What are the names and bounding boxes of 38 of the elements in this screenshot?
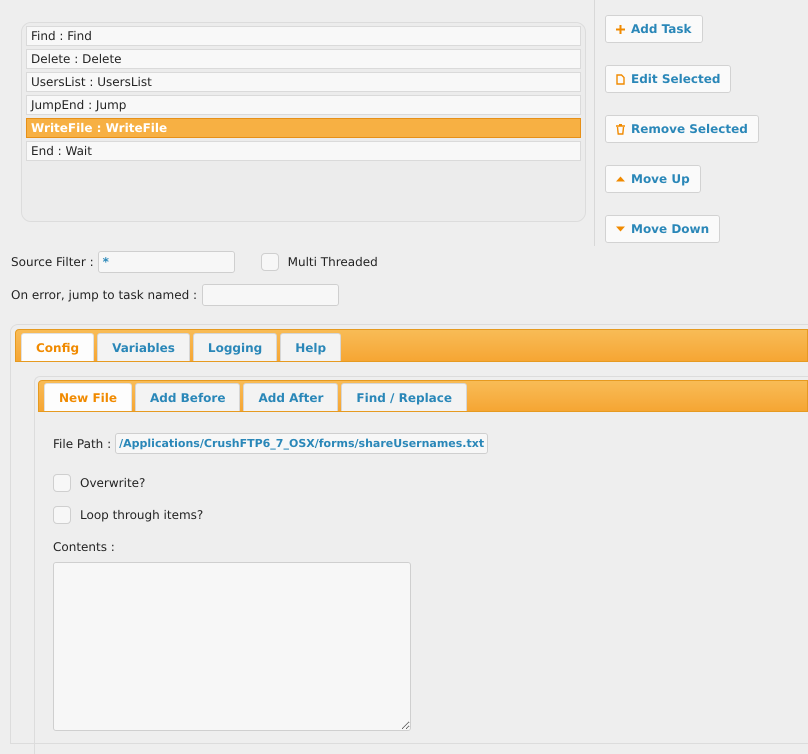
task-item[interactable]: WriteFile : WriteFile: [26, 118, 581, 138]
checkbox[interactable]: [260, 253, 279, 271]
field-label: Contents :: [53, 539, 116, 556]
tab[interactable]: Add After: [243, 383, 338, 411]
field-label: On error, jump to task named :: [11, 287, 198, 304]
caret-up-icon: [616, 176, 625, 182]
task-item[interactable]: JumpEnd : Jump: [26, 95, 581, 115]
task-item[interactable]: UsersList : UsersList: [26, 72, 581, 92]
checkbox-label: Overwrite?: [80, 475, 146, 492]
trash-icon: [616, 124, 625, 134]
action-button[interactable]: Move Up: [605, 165, 701, 193]
tab[interactable]: Logging: [192, 333, 278, 361]
source-filter-field[interactable]: *: [98, 251, 235, 273]
contents-textarea[interactable]: [53, 562, 411, 731]
checkbox[interactable]: [53, 474, 71, 492]
action-button[interactable]: Edit Selected: [605, 65, 732, 93]
field-label: File Path :: [53, 436, 112, 452]
checkbox-label: Multi Threaded: [288, 254, 378, 271]
tab[interactable]: Config: [21, 333, 94, 361]
plus-icon: [616, 24, 625, 34]
checkbox[interactable]: [53, 506, 71, 524]
tab[interactable]: Find / Replace: [341, 383, 468, 411]
caret-down-icon: [616, 226, 625, 232]
jump-task-field[interactable]: [202, 284, 340, 306]
file-path-field[interactable]: /Applications/CrushFTP6_7_OSX/forms/shareUsernames.txt: [115, 433, 488, 454]
tab[interactable]: New File: [44, 383, 132, 411]
task-item[interactable]: Find : Find: [26, 26, 581, 46]
task-item[interactable]: Delete : Delete: [26, 49, 581, 69]
task-item[interactable]: End : Wait: [26, 141, 581, 161]
tab[interactable]: Help: [280, 333, 342, 361]
checkbox-label: Loop through items?: [80, 507, 204, 524]
tab[interactable]: Variables: [97, 333, 190, 361]
action-button[interactable]: Move Down: [605, 215, 720, 243]
document-icon: [616, 74, 625, 84]
action-button[interactable]: Add Task: [605, 15, 703, 43]
action-button[interactable]: Remove Selected: [605, 115, 759, 143]
tab[interactable]: Add Before: [135, 383, 240, 411]
field-label: Source Filter :: [11, 254, 94, 271]
